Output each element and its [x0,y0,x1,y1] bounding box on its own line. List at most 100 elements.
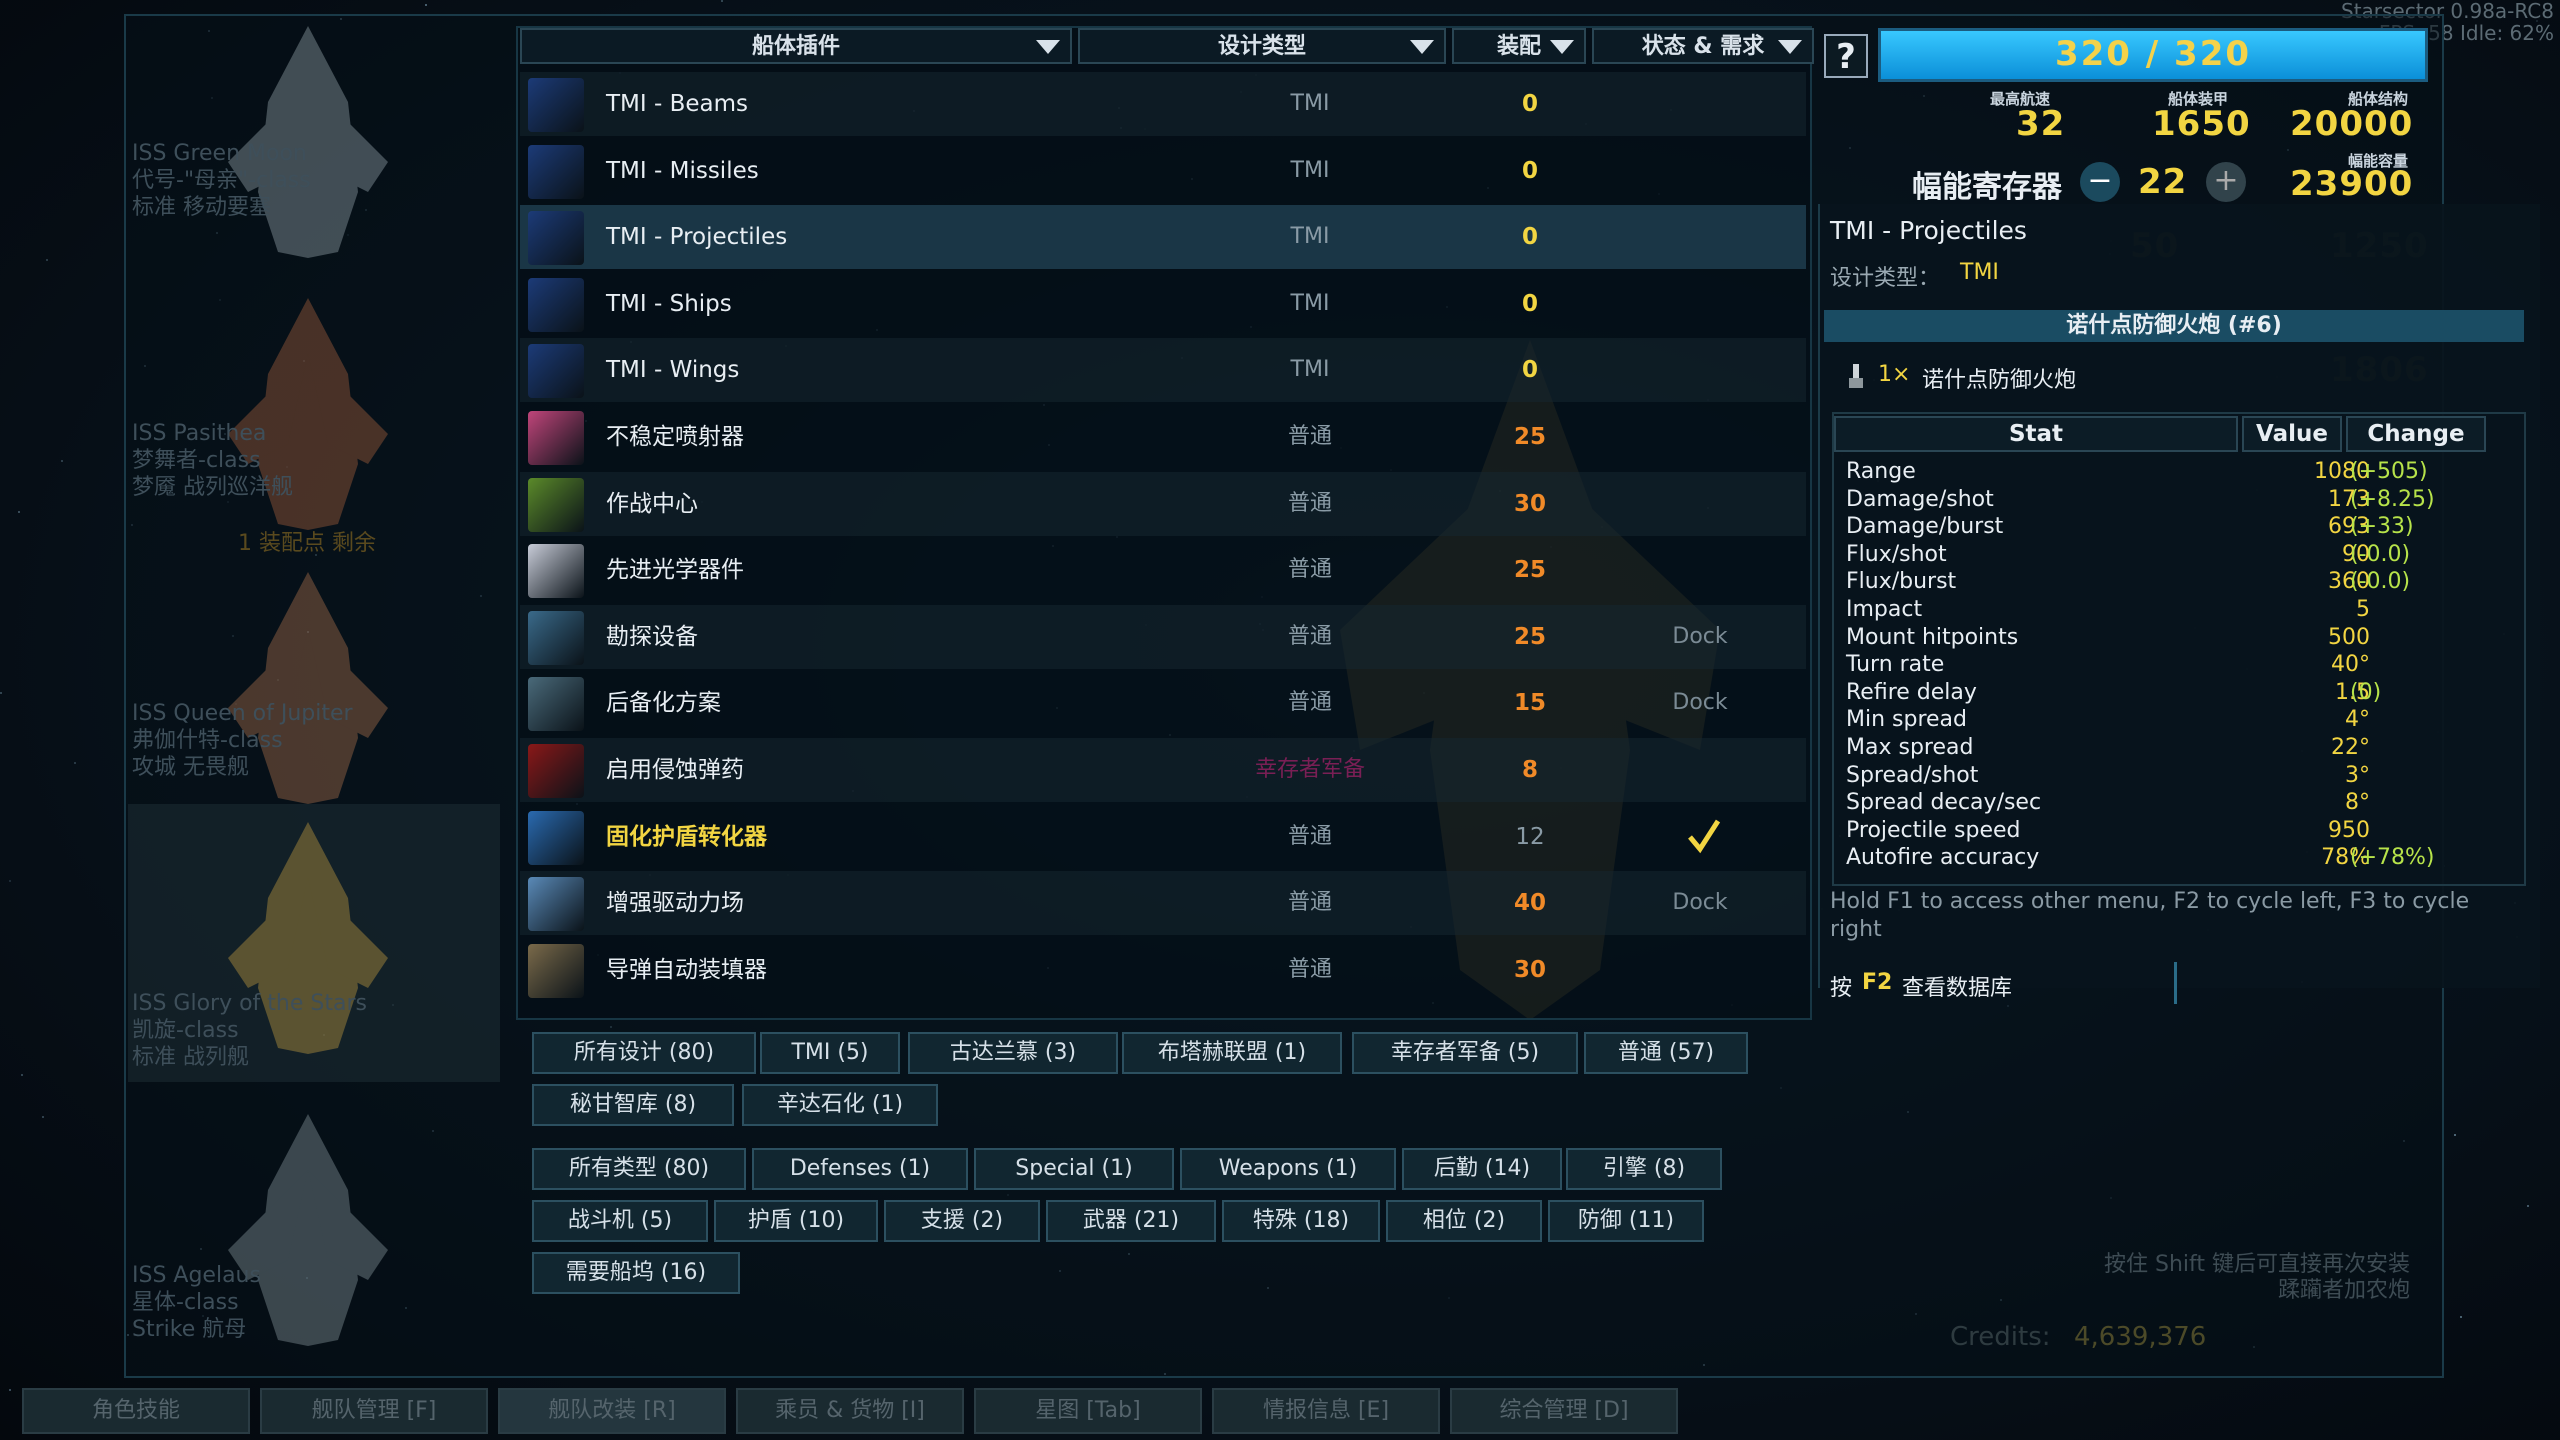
hullmod-design-type: TMI [1290,157,1330,183]
filter-design-button[interactable]: 秘甘智库 (8) [532,1084,734,1126]
hullmod-row[interactable]: TMI - Missiles TMI 0 [520,139,1806,203]
armor-value: 1650 [2152,104,2251,144]
stat-value: 500 [2328,624,2370,650]
filter-type-button[interactable]: 武器 (21) [1046,1200,1216,1242]
hullmod-row[interactable]: 勘探设备 普通 25 Dock [520,604,1806,669]
stat-value: 950 [2328,817,2370,843]
hullmod-name: 先进光学器件 [606,557,744,584]
filter-type-button[interactable]: 相位 (2) [1386,1200,1542,1242]
bottom-tab[interactable]: 综合管理 [D] [1450,1388,1678,1434]
filter-design-button[interactable]: 布塔赫联盟 (1) [1122,1032,1342,1074]
hullmod-row[interactable]: 作战中心 普通 30 [520,471,1806,536]
hullmod-row[interactable]: 后备化方案 普通 15 Dock [520,671,1806,735]
fleet-member-info: ISS Pasithea 梦舞者-class 梦魇 战列巡洋舰 [132,420,293,501]
hullmod-design-type: 普通 [1287,823,1332,849]
weapon-name: 诺什点防御火炮 [1922,368,2077,393]
filter-type-button[interactable]: Weapons (1) [1180,1148,1396,1190]
hullmod-row[interactable]: 固化护盾转化器 普通 12 [520,805,1806,869]
filter-type-button[interactable]: 特殊 (18) [1222,1200,1380,1242]
hullmod-name: 固化护盾转化器 [606,823,767,850]
stat-name: Spread/shot [1846,762,1979,788]
help-button[interactable]: ? [1824,34,1868,78]
hullmod-row[interactable]: TMI - Projectiles TMI 0 [520,205,1806,270]
filter-type-button[interactable]: 防御 (11) [1548,1200,1704,1242]
hullmod-status: Dock [1672,690,1728,716]
filter-design-button[interactable]: TMI (5) [760,1032,900,1074]
database-hint-prefix: 按 [1830,976,1853,1001]
capacitor-minus-button[interactable]: − [2080,162,2120,202]
bottom-tab[interactable]: 舰队管理 [F] [260,1388,488,1434]
filter-type-button[interactable]: 后勤 (14) [1402,1148,1562,1190]
header-design-type[interactable]: 设计类型 [1078,28,1446,64]
stat-value: 40° [2331,652,2370,678]
bottom-tab[interactable]: 乘员 & 货物 [I] [736,1388,964,1434]
fleet-member[interactable]: ISS Pasithea 梦舞者-class 梦魇 战列巡洋舰 1 装配点 剩余 [128,280,500,558]
filter-design-button[interactable]: 古达兰慕 (3) [908,1032,1118,1074]
bottom-tab[interactable]: 情报信息 [E] [1212,1388,1440,1434]
capacitor-label: 幅能寄存器 [1912,170,2062,205]
filter-type-button[interactable]: 战斗机 (5) [532,1200,708,1242]
hullmod-row[interactable]: 增强驱动力场 普通 40 Dock [520,871,1806,936]
hullmod-row[interactable]: TMI - Ships TMI 0 [520,272,1806,336]
hullmod-design-type: 普通 [1287,623,1332,649]
hullmod-name: TMI - Missiles [606,157,759,184]
bottom-tab[interactable]: 角色技能 [22,1388,250,1434]
bottom-tab[interactable]: 舰队改装 [R] [498,1388,726,1434]
star [720,0,723,3]
header-op-cost[interactable]: 装配 [1452,28,1586,64]
filter-type-button[interactable]: 支援 (2) [884,1200,1040,1242]
hullmod-row[interactable]: 不稳定喷射器 普通 25 [520,405,1806,469]
capacitor-plus-button[interactable]: + [2206,162,2246,202]
header-hullmods[interactable]: 船体插件 [520,28,1072,64]
filter-design-button[interactable]: 普通 (57) [1584,1032,1748,1074]
hullmod-row[interactable]: 启用侵蚀弹药 幸存者军备 8 [520,738,1806,802]
stat-name: Refire delay [1846,679,1977,705]
tmi-ships-icon [528,277,584,332]
fleet-member[interactable]: ISS Glory of the Stars 凯旋-class 标准 战列舰 [128,804,500,1082]
hullmod-row[interactable]: 导弹自动装填器 普通 30 [520,938,1806,1002]
hullmod-design-type: TMI [1290,357,1330,383]
star [424,4,427,7]
hullmod-op-cost: 0 [1521,91,1538,117]
hullmod-op-cost: 40 [1513,890,1546,917]
hullmod-design-type: 普通 [1287,490,1332,516]
stat-name: Damage/burst [1846,514,2004,540]
fleet-member[interactable]: ISS Queen of Jupiter 弗伽什特-class 攻城 无畏舰 [128,554,500,832]
filter-design-button[interactable]: 幸存者军备 (5) [1352,1032,1578,1074]
hullmod-row[interactable]: TMI - Wings TMI 0 [520,338,1806,403]
filter-type-button[interactable]: Defenses (1) [752,1148,968,1190]
hullmod-design-type: TMI [1290,224,1330,250]
hullmod-op-cost: 25 [1513,424,1546,450]
hullmod-row[interactable]: TMI - Beams TMI 0 [520,72,1806,136]
flux-capacity-value: 23900 [2290,164,2414,204]
fleet-member-info: ISS Green Moon 代号-"母亲"-class 标准 移动要塞 [132,140,311,221]
hullmod-op-cost: 30 [1513,956,1546,983]
credits-label: Credits: [1950,1322,2051,1352]
tooltip-design-value: TMI [1960,260,1999,285]
hullmod-row[interactable]: 先进光学器件 普通 25 [520,538,1806,602]
filter-type-button[interactable]: 护盾 (10) [714,1200,878,1242]
filter-type-button[interactable]: Special (1) [974,1148,1174,1190]
stat-row: Impact 5 [1846,596,2506,624]
hullmod-op-cost: 15 [1513,690,1546,717]
checkmark-icon [1688,819,1721,853]
filter-type-button[interactable]: 所有类型 (80) [532,1148,746,1190]
hotkey-hint: Hold F1 to access other menu, F2 to cycl… [1830,889,2470,942]
filter-design-button[interactable]: 所有设计 (80) [532,1032,756,1074]
header-status[interactable]: 状态 & 需求 [1592,28,1814,64]
filter-design-button[interactable]: 辛达石化 (1) [742,1084,938,1126]
combat-center-icon [528,477,584,532]
hullmod-op-cost: 0 [1521,290,1538,317]
star [2453,1134,2456,1137]
bottom-tab[interactable]: 星图 [Tab] [974,1388,1202,1434]
star [61,459,64,462]
fleet-member[interactable]: ISS Green Moon 代号-"母亲"-class 标准 移动要塞 [128,8,500,286]
filter-type-button[interactable]: 需要船坞 (16) [532,1252,740,1294]
fleet-member[interactable]: ISS Agelaus 星体-class Strike 航母 [128,1096,500,1374]
database-hint[interactable]: 按 F2 查看数据库 [1818,962,2177,1004]
fleet-member-note: 1 装配点 剩余 [238,531,376,556]
hullmod-status: Dock [1672,890,1728,916]
star [2459,1316,2462,1319]
filter-type-button[interactable]: 引擎 (8) [1566,1148,1722,1190]
stat-name: Flux/burst [1846,569,1957,595]
